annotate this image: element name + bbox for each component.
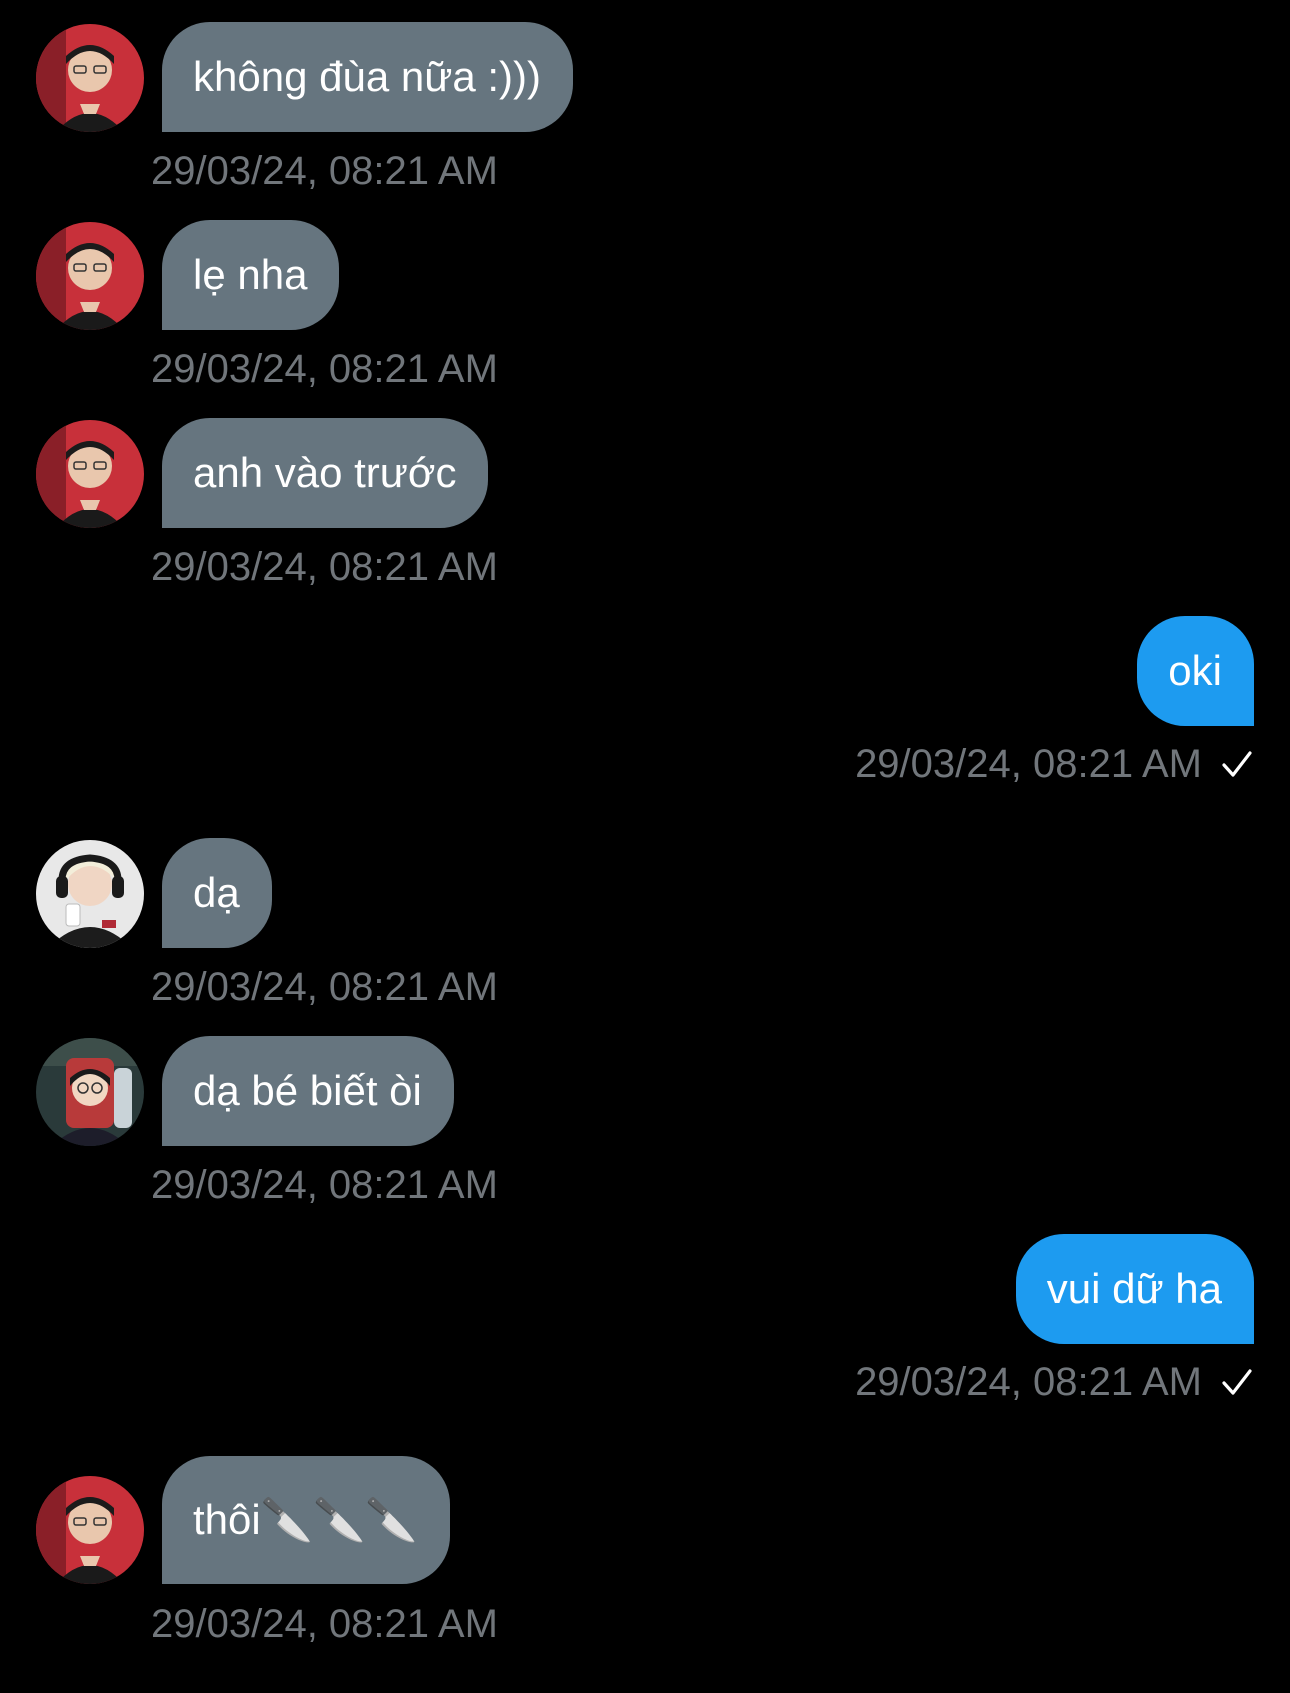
sender-avatar[interactable] [36, 840, 144, 948]
sender-avatar[interactable] [36, 222, 144, 330]
check-icon [1222, 1369, 1252, 1395]
message-timestamp: 29/03/24, 08:21 AM [151, 1163, 498, 1207]
avatar-a-icon [36, 222, 144, 330]
avatar-a-icon [36, 420, 144, 528]
avatar-a-icon [36, 24, 144, 132]
avatar-b-icon [36, 840, 144, 948]
message-timestamp-row: 29/03/24, 08:21 AM [855, 1360, 1254, 1404]
message-bubble[interactable]: lẹ nha [162, 220, 340, 330]
message-timestamp: 29/03/24, 08:21 AM [151, 149, 498, 193]
avatar-a-icon [36, 1476, 144, 1584]
message-timestamp: 29/03/24, 08:21 AM [151, 545, 498, 589]
message-bubble[interactable]: vui dữ ha [1015, 1234, 1254, 1344]
message-timestamp: 29/03/24, 08:21 AM [855, 742, 1202, 786]
sender-avatar[interactable] [36, 24, 144, 132]
message-bubble[interactable]: oki [1137, 616, 1254, 726]
avatar-c-icon [36, 1038, 144, 1146]
message-bubble[interactable]: dạ bé biết òi [162, 1036, 454, 1146]
message-timestamp: 29/03/24, 08:21 AM [151, 347, 498, 391]
sender-avatar[interactable] [36, 1038, 144, 1146]
message-timestamp: 29/03/24, 08:21 AM [855, 1360, 1202, 1404]
sender-avatar[interactable] [36, 1476, 144, 1584]
message-timestamp-row: 29/03/24, 08:21 AM [855, 742, 1254, 786]
message-bubble[interactable]: không đùa nữa :))) [162, 22, 573, 132]
sender-avatar[interactable] [36, 420, 144, 528]
check-icon [1222, 751, 1252, 777]
message-timestamp: 29/03/24, 08:21 AM [151, 965, 498, 1009]
message-bubble[interactable]: anh vào trước [162, 418, 489, 528]
message-bubble[interactable]: dạ [162, 838, 272, 948]
message-timestamp: 29/03/24, 08:21 AM [151, 1602, 498, 1646]
message-bubble[interactable]: thôi🔪🔪🔪 [162, 1456, 450, 1584]
